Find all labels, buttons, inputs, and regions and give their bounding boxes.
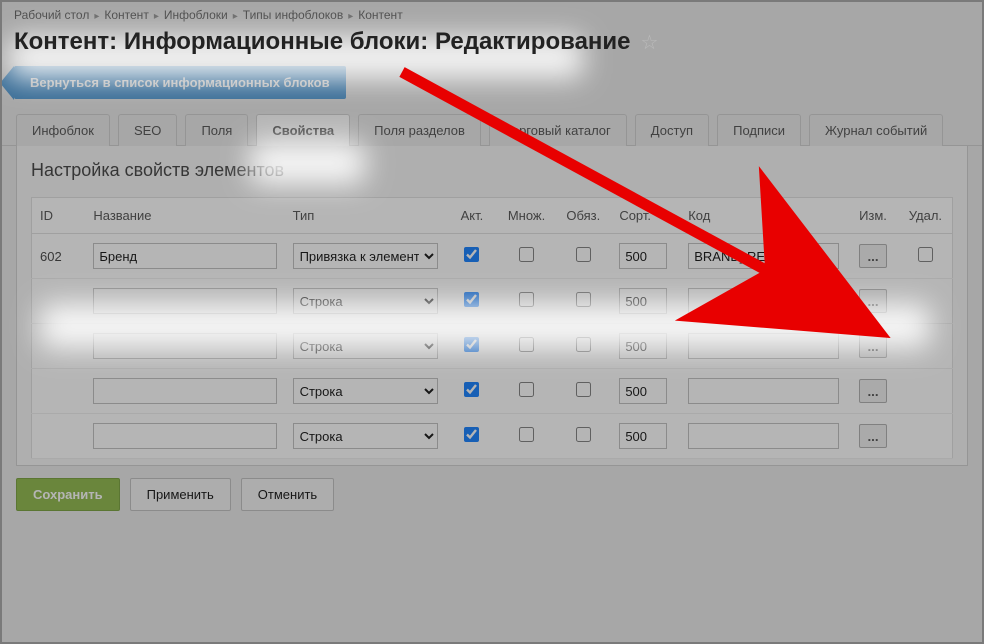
code-input[interactable] — [688, 333, 839, 359]
section-title: Настройка свойств элементов — [31, 160, 953, 181]
sort-input[interactable] — [619, 378, 667, 404]
sort-input[interactable] — [619, 423, 667, 449]
type-select[interactable]: Строка — [293, 333, 439, 359]
breadcrumb-link[interactable]: Контент — [358, 8, 402, 22]
col-active: Акт. — [446, 198, 498, 234]
name-input[interactable] — [93, 288, 276, 314]
tab-инфоблок[interactable]: Инфоблок — [16, 114, 110, 146]
sort-input[interactable] — [619, 288, 667, 314]
favorite-star-icon[interactable]: ☆ — [641, 30, 659, 55]
col-delete: Удал. — [899, 198, 953, 234]
type-select[interactable]: Привязка к элементам — [293, 243, 439, 269]
multiple-checkbox[interactable] — [519, 292, 534, 307]
required-checkbox[interactable] — [576, 337, 591, 352]
breadcrumb-link[interactable]: Типы инфоблоков — [243, 8, 343, 22]
tab-журнал событий[interactable]: Журнал событий — [809, 114, 943, 146]
code-input[interactable] — [688, 288, 839, 314]
col-code: Код — [680, 198, 847, 234]
breadcrumb: Рабочий стол▸Контент▸Инфоблоки▸Типы инфо… — [2, 2, 982, 24]
page-title: Контент: Информационные блоки: Редактиро… — [14, 28, 631, 56]
col-type: Тип — [285, 198, 447, 234]
save-button[interactable]: Сохранить — [16, 478, 120, 511]
col-name: Название — [85, 198, 284, 234]
tab-bar: ИнфоблокSEOПоляСвойстваПоля разделовТорг… — [2, 113, 982, 146]
tab-доступ[interactable]: Доступ — [635, 114, 709, 146]
name-input[interactable] — [93, 243, 276, 269]
required-checkbox[interactable] — [576, 292, 591, 307]
sort-input[interactable] — [619, 243, 667, 269]
edit-button[interactable]: ... — [859, 379, 887, 403]
sort-input[interactable] — [619, 333, 667, 359]
edit-button[interactable]: ... — [859, 334, 887, 358]
multiple-checkbox[interactable] — [519, 427, 534, 442]
apply-button[interactable]: Применить — [130, 478, 231, 511]
multiple-checkbox[interactable] — [519, 337, 534, 352]
required-checkbox[interactable] — [576, 427, 591, 442]
tab-seo[interactable]: SEO — [118, 114, 177, 146]
table-row: Строка... — [32, 414, 953, 459]
col-multiple: Множ. — [498, 198, 556, 234]
name-input[interactable] — [93, 423, 276, 449]
type-select[interactable]: Строка — [293, 378, 439, 404]
active-checkbox[interactable] — [464, 292, 479, 307]
properties-table: ID Название Тип Акт. Множ. Обяз. Сорт. К… — [31, 197, 953, 459]
active-checkbox[interactable] — [464, 382, 479, 397]
col-required: Обяз. — [555, 198, 611, 234]
code-input[interactable] — [688, 243, 839, 269]
tab-торговый каталог[interactable]: Торговый каталог — [489, 114, 627, 146]
type-select[interactable]: Строка — [293, 288, 439, 314]
code-input[interactable] — [688, 378, 839, 404]
required-checkbox[interactable] — [576, 247, 591, 262]
tab-поля разделов[interactable]: Поля разделов — [358, 114, 481, 146]
active-checkbox[interactable] — [464, 427, 479, 442]
col-sort: Сорт. — [611, 198, 680, 234]
col-id: ID — [32, 198, 86, 234]
col-edit: Изм. — [847, 198, 899, 234]
breadcrumb-link[interactable]: Рабочий стол — [14, 8, 89, 22]
code-input[interactable] — [688, 423, 839, 449]
edit-button[interactable]: ... — [859, 289, 887, 313]
name-input[interactable] — [93, 378, 276, 404]
required-checkbox[interactable] — [576, 382, 591, 397]
back-button[interactable]: Вернуться в список информационных блоков — [14, 66, 346, 99]
tab-поля[interactable]: Поля — [185, 114, 248, 146]
edit-button[interactable]: ... — [859, 424, 887, 448]
breadcrumb-link[interactable]: Контент — [104, 8, 148, 22]
tab-подписи[interactable]: Подписи — [717, 114, 801, 146]
table-row: Строка... — [32, 324, 953, 369]
edit-button[interactable]: ... — [859, 244, 887, 268]
table-row: 602Привязка к элементам... — [32, 234, 953, 279]
name-input[interactable] — [93, 333, 276, 359]
type-select[interactable]: Строка — [293, 423, 439, 449]
multiple-checkbox[interactable] — [519, 247, 534, 262]
cancel-button[interactable]: Отменить — [241, 478, 334, 511]
active-checkbox[interactable] — [464, 337, 479, 352]
breadcrumb-link[interactable]: Инфоблоки — [164, 8, 228, 22]
multiple-checkbox[interactable] — [519, 382, 534, 397]
tab-свойства[interactable]: Свойства — [256, 114, 350, 146]
properties-tbody: 602Привязка к элементам... Строка... Стр… — [32, 234, 953, 459]
active-checkbox[interactable] — [464, 247, 479, 262]
table-row: Строка... — [32, 369, 953, 414]
delete-checkbox[interactable] — [918, 247, 933, 262]
table-row: Строка... — [32, 279, 953, 324]
